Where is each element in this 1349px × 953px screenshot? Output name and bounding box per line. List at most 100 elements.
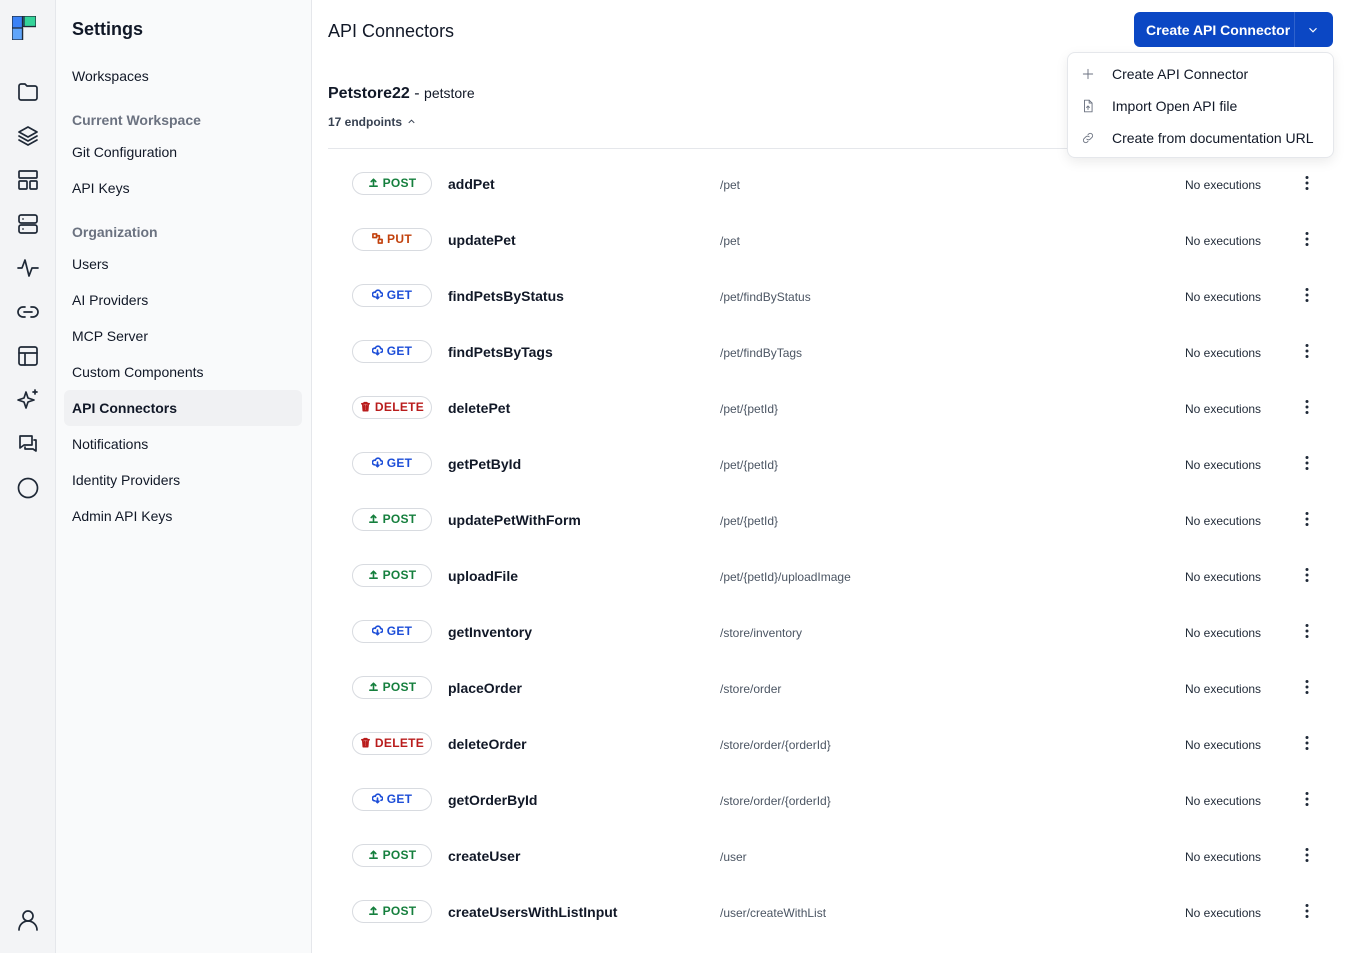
activity-icon[interactable] xyxy=(16,256,40,280)
execution-status: No executions xyxy=(1185,514,1262,528)
method-label: GET xyxy=(386,344,413,358)
sidebar-item-ai-providers[interactable]: AI Providers xyxy=(64,282,302,318)
endpoint-row[interactable]: GET findPetsByStatus/pet/findByStatus No e… xyxy=(328,276,1333,332)
section-organization: Organization xyxy=(72,224,158,240)
endpoint-row[interactable]: DELETE deleteOrder/store/order/{orderId} N… xyxy=(328,724,1333,780)
endpoint-name[interactable]: updatePetWithForm xyxy=(448,512,581,528)
user-icon[interactable] xyxy=(16,908,40,932)
endpoint-row[interactable]: GET getPetById/pet/{petId} No executions xyxy=(328,444,1333,500)
menu-item-create-api-connector[interactable]: Create API Connector xyxy=(1068,58,1333,90)
create-connector-dropdown: Create API Connector Import Open API fil… xyxy=(1067,52,1334,158)
endpoint-path: /pet xyxy=(720,178,741,192)
sidebar-item-workspaces[interactable]: Workspaces xyxy=(64,58,302,94)
circle-icon[interactable] xyxy=(16,476,40,500)
endpoint-name[interactable]: findPetsByTags xyxy=(448,344,553,360)
more-options-icon[interactable] xyxy=(1298,902,1316,920)
table-icon[interactable] xyxy=(16,344,40,368)
more-options-icon[interactable] xyxy=(1298,230,1316,248)
more-options-icon[interactable] xyxy=(1298,174,1316,192)
endpoint-row[interactable]: GET findPetsByTags/pet/findByTags No execu… xyxy=(328,332,1333,388)
more-options-icon[interactable] xyxy=(1298,678,1316,696)
server-icon[interactable] xyxy=(16,212,40,236)
menu-item-import-open-api-file[interactable]: Import Open API file xyxy=(1068,90,1333,122)
more-options-icon[interactable] xyxy=(1298,286,1316,304)
endpoint-row[interactable]: PUT updatePet/pet No executions xyxy=(328,220,1333,276)
endpoint-name[interactable]: deletePet xyxy=(448,400,510,416)
chat-icon[interactable] xyxy=(16,432,40,456)
sidebar-item-mcp-server[interactable]: MCP Server xyxy=(64,318,302,354)
more-options-icon[interactable] xyxy=(1298,454,1316,472)
endpoint-name[interactable]: getPetById xyxy=(448,456,521,472)
more-options-icon[interactable] xyxy=(1298,846,1316,864)
link-icon[interactable] xyxy=(16,300,40,324)
endpoint-name[interactable]: addPet xyxy=(448,176,495,192)
endpoint-name[interactable]: uploadFile xyxy=(448,568,518,584)
create-button-label: Create API Connector xyxy=(1146,22,1291,38)
endpoint-name[interactable]: placeOrder xyxy=(448,680,522,696)
sidebar-item-users[interactable]: Users xyxy=(64,246,302,282)
sidebar-item-notifications[interactable]: Notifications xyxy=(64,426,302,462)
plus-icon xyxy=(1082,68,1094,80)
endpoint-row[interactable]: POST updatePetWithForm/pet/{petId} No exec… xyxy=(328,500,1333,556)
method-badge: GET xyxy=(352,788,432,811)
folder-icon[interactable] xyxy=(16,80,40,104)
endpoint-name[interactable]: getOrderById xyxy=(448,792,537,808)
more-options-icon[interactable] xyxy=(1298,790,1316,808)
endpoint-row[interactable]: POST createUsersWithListInput/user/create… xyxy=(328,892,1333,948)
execution-status: No executions xyxy=(1185,402,1262,416)
endpoint-row[interactable]: GET getOrderById/store/order/{orderId} No … xyxy=(328,780,1333,836)
endpoints-toggle[interactable]: 17 endpoints xyxy=(328,115,417,129)
endpoint-path: /store/inventory xyxy=(720,626,803,640)
endpoint-row[interactable]: POST uploadFile/pet/{petId}/uploadImage No… xyxy=(328,556,1333,612)
endpoint-path: /user/createWithList xyxy=(720,906,827,920)
sidebar-item-custom-components[interactable]: Custom Components xyxy=(64,354,302,390)
endpoint-path: /pet/findByStatus xyxy=(720,290,811,304)
upload-icon xyxy=(368,678,379,691)
endpoint-name[interactable]: createUsersWithListInput xyxy=(448,904,617,920)
method-label: DELETE xyxy=(374,400,425,414)
execution-status: No executions xyxy=(1185,626,1262,640)
upload-icon xyxy=(368,846,379,859)
page-title: API Connectors xyxy=(328,21,455,41)
execution-status: No executions xyxy=(1185,850,1262,864)
endpoint-name[interactable]: updatePet xyxy=(448,232,516,248)
method-label: GET xyxy=(386,288,413,302)
more-options-icon[interactable] xyxy=(1298,398,1316,416)
create-api-connector-button[interactable]: Create API Connector xyxy=(1134,12,1333,47)
endpoints-count: 17 endpoints xyxy=(328,115,403,129)
upload-icon xyxy=(368,174,379,187)
more-options-icon[interactable] xyxy=(1298,342,1316,360)
icon-rail xyxy=(0,0,56,953)
endpoint-path: /store/order/{orderId} xyxy=(720,794,831,808)
logo-icon[interactable] xyxy=(11,15,44,48)
endpoint-row[interactable]: POST addPet/pet No executions xyxy=(328,164,1333,220)
method-badge: PUT xyxy=(352,228,432,251)
endpoint-row[interactable]: GET getInventory/store/inventory No execut… xyxy=(328,612,1333,668)
endpoint-name[interactable]: deleteOrder xyxy=(448,736,527,752)
chevron-down-icon[interactable] xyxy=(1306,23,1320,37)
layout-icon[interactable] xyxy=(16,168,40,192)
more-options-icon[interactable] xyxy=(1298,734,1316,752)
more-options-icon[interactable] xyxy=(1298,622,1316,640)
upload-icon xyxy=(368,902,379,915)
sidebar-item-admin-api-keys[interactable]: Admin API Keys xyxy=(64,498,302,534)
sidebar-item-api-keys[interactable]: API Keys xyxy=(64,170,302,206)
connector-separator: - xyxy=(409,85,425,102)
sidebar-item-git-configuration[interactable]: Git Configuration xyxy=(64,134,302,170)
cloud-download-icon xyxy=(371,454,384,468)
sparkles-icon[interactable] xyxy=(16,388,40,412)
method-badge: GET xyxy=(352,284,432,307)
sidebar-item-api-connectors[interactable]: API Connectors xyxy=(64,390,302,426)
endpoint-row[interactable]: DELETE deletePet/pet/{petId} No executions xyxy=(328,388,1333,444)
menu-item-create-from-documentation-url[interactable]: Create from documentation URL xyxy=(1068,122,1333,154)
endpoint-name[interactable]: createUser xyxy=(448,848,520,864)
layers-icon[interactable] xyxy=(16,124,40,148)
endpoint-row[interactable]: POST placeOrder/store/order No executions xyxy=(328,668,1333,724)
sidebar-item-identity-providers[interactable]: Identity Providers xyxy=(64,462,302,498)
endpoint-name[interactable]: findPetsByStatus xyxy=(448,288,564,304)
endpoint-name[interactable]: getInventory xyxy=(448,624,532,640)
more-options-icon[interactable] xyxy=(1298,566,1316,584)
endpoint-row[interactable]: POST createUser/user No executions xyxy=(328,836,1333,892)
trash-icon xyxy=(360,734,371,748)
more-options-icon[interactable] xyxy=(1298,510,1316,528)
